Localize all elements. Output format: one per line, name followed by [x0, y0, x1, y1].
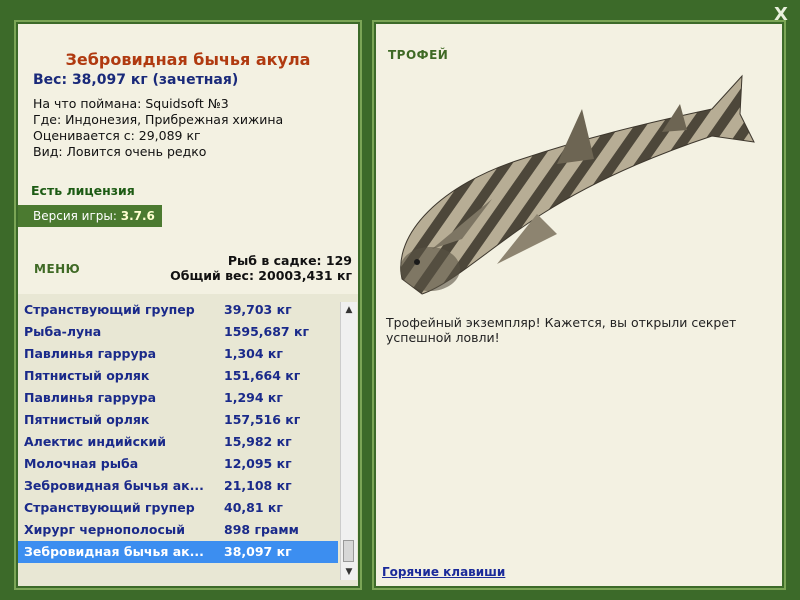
- fish-name: Молочная рыба: [24, 456, 139, 471]
- version-label: Версия игры:: [33, 209, 121, 223]
- estimated-weight: Оценивается с: 29,089 кг: [33, 128, 201, 143]
- scroll-down-icon[interactable]: ▼: [341, 564, 357, 580]
- trophy-label: ТРОФЕЙ: [388, 48, 449, 62]
- fish-name: Хирург чернополосый: [24, 522, 185, 537]
- fish-name: Зебровидная бычья ак...: [24, 544, 204, 559]
- list-item[interactable]: Странствующий групер 40,81 кг: [18, 497, 338, 519]
- fish-weight-value: 151,664 кг: [224, 368, 301, 383]
- list-item[interactable]: Рыба-луна 1595,687 кг: [18, 321, 338, 343]
- caught-with: На что поймана: Squidsoft №3: [33, 96, 229, 111]
- list-item[interactable]: Молочная рыба 12,095 кг: [18, 453, 338, 475]
- fish-count: Рыб в садке: 129: [227, 253, 352, 268]
- version-value: 3.7.6: [120, 209, 155, 223]
- license-status: Есть лицензия: [31, 183, 135, 198]
- fish-weight-value: 1,294 кг: [224, 390, 283, 405]
- shark-image: [400, 74, 755, 295]
- list-item[interactable]: Пятнистый орляк 157,516 кг: [18, 409, 338, 431]
- close-button[interactable]: X: [774, 4, 788, 25]
- menu-button[interactable]: МЕНЮ: [34, 262, 80, 276]
- fish-weight-value: 38,097 кг: [224, 544, 292, 559]
- catch-list: Странствующий групер 39,703 кг Рыба-луна 15…: [18, 294, 358, 586]
- fish-name: Пятнистый орляк: [24, 368, 150, 383]
- fish-name: Пятнистый орляк: [24, 412, 150, 427]
- fish-weight-value: 39,703 кг: [224, 302, 292, 317]
- fish-weight-value: 12,095 кг: [224, 456, 292, 471]
- catch-location: Где: Индонезия, Прибрежная хижина: [33, 112, 284, 127]
- fish-weight-value: 157,516 кг: [224, 412, 301, 427]
- fish-weight-value: 15,982 кг: [224, 434, 292, 449]
- scroll-up-icon[interactable]: ▲: [341, 302, 357, 318]
- fish-name: Павлинья гарруpа: [24, 346, 157, 361]
- list-item[interactable]: Зебровидная бычья ак... 21,108 кг: [18, 475, 338, 497]
- scroll-thumb[interactable]: [343, 540, 354, 562]
- list-item[interactable]: Пятнистый орляк 151,664 кг: [18, 365, 338, 387]
- total-weight: Общий вес: 20003,431 кг: [170, 268, 352, 283]
- fish-weight: Вес: 38,097 кг (зачетная): [33, 72, 239, 88]
- list-item[interactable]: Алектис индийский 15,982 кг: [18, 431, 338, 453]
- fish-name: Странствующий групер: [24, 302, 195, 317]
- catch-stats: Рыб в садке: 129 Общий вес: 20003,431 кг: [170, 253, 352, 283]
- fish-weight-value: 1595,687 кг: [224, 324, 309, 339]
- trophy-panel: ТРОФЕЙ Трофейный экземпляр! Кажется, вы …: [376, 24, 782, 586]
- fish-title: Зебровидная бычья акула: [65, 50, 311, 69]
- list-item[interactable]: Зебровидная бычья ак... 38,097 кг: [18, 541, 338, 563]
- list-scrollbar[interactable]: ▲ ▼: [340, 302, 357, 580]
- rarity: Вид: Ловится очень редко: [33, 144, 207, 159]
- fish-weight-value: 898 грамм: [224, 522, 299, 537]
- fish-name: Павлинья гарруpа: [24, 390, 157, 405]
- fish-name: Странствующий групер: [24, 500, 195, 515]
- list-item[interactable]: Странствующий групер 39,703 кг: [18, 299, 338, 321]
- trophy-description: Трофейный экземпляр! Кажется, вы открыли…: [386, 315, 737, 345]
- fish-name: Алектис индийский: [24, 434, 166, 449]
- list-item[interactable]: Хирург чернополосый 898 грамм: [18, 519, 338, 541]
- list-item[interactable]: Павлинья гарруpа 1,304 кг: [18, 343, 338, 365]
- fish-name: Рыба-луна: [24, 324, 102, 339]
- version-badge: Версия игры: 3.7.6: [18, 205, 162, 227]
- fish-weight-value: 40,81 кг: [224, 500, 283, 515]
- fish-info-panel: Зебровидная бычья акула Вес: 38,097 кг (…: [18, 24, 358, 296]
- list-item[interactable]: Павлинья гарруpа 1,294 кг: [18, 387, 338, 409]
- fish-weight-value: 1,304 кг: [224, 346, 283, 361]
- fish-weight-value: 21,108 кг: [224, 478, 292, 493]
- fish-name: Зебровидная бычья ак...: [24, 478, 204, 493]
- hotkeys-link[interactable]: Горячие клавиши: [382, 565, 505, 579]
